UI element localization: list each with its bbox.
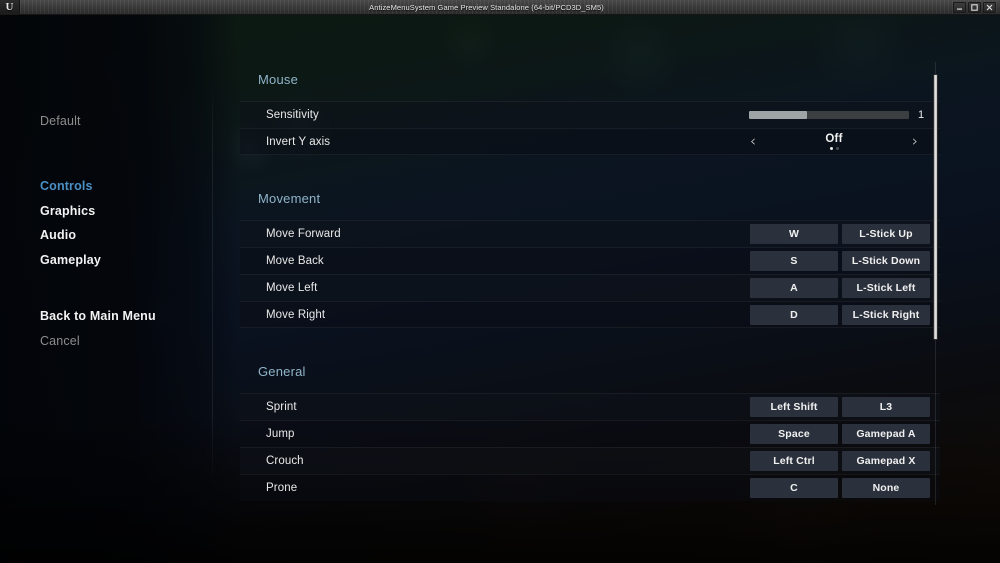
gamepad-binding-button[interactable]: L3: [842, 397, 930, 417]
setting-row-invert-y-axis[interactable]: Invert Y axis ‹ Off ›: [240, 128, 940, 155]
binding-control-move-forward: W L-Stick Up: [750, 224, 940, 244]
gamepad-binding-button[interactable]: L-Stick Right: [842, 304, 930, 325]
keyboard-binding-button[interactable]: W: [750, 224, 838, 244]
setting-label-sensitivity: Sensitivity: [266, 109, 319, 121]
sidebar-item-cancel[interactable]: Cancel: [40, 334, 80, 348]
window-controls: [953, 1, 1000, 13]
sidebar-divider: [212, 85, 213, 485]
gamepad-binding-button[interactable]: None: [842, 478, 930, 498]
settings-scrollbar[interactable]: [933, 62, 938, 505]
settings-content: Mouse Sensitivity 1 Invert Y axis ‹ Off …: [240, 55, 940, 501]
section-rows-general: Sprint Left Shift L3 Jump Space Gamepad …: [240, 393, 940, 501]
gamepad-binding-button[interactable]: L-Stick Up: [842, 224, 930, 244]
setting-row-crouch[interactable]: Crouch Left Ctrl Gamepad X: [240, 447, 940, 474]
title-bar[interactable]: U AntizeMenuSystem Game Preview Standalo…: [0, 0, 1000, 15]
invert-y-axis-value-wrap: Off: [766, 133, 902, 150]
chevron-right-icon[interactable]: ›: [902, 134, 928, 149]
binding-control-move-back: S L-Stick Down: [750, 251, 940, 271]
gamepad-binding-button[interactable]: Gamepad X: [842, 451, 930, 471]
binding-control-sprint: Left Shift L3: [750, 397, 940, 417]
setting-row-sensitivity[interactable]: Sensitivity 1: [240, 101, 940, 128]
section-rows-movement: Move Forward W L-Stick Up Move Back S L-…: [240, 220, 940, 328]
settings-sidebar: Default Controls Graphics Audio Gameplay…: [0, 15, 213, 563]
section-title-general: General: [258, 364, 306, 379]
chevron-left-icon[interactable]: ‹: [740, 134, 766, 149]
sidebar-item-default[interactable]: Default: [40, 114, 81, 128]
minimize-button[interactable]: [953, 1, 966, 13]
binding-control-prone: C None: [750, 478, 940, 498]
setting-row-move-forward[interactable]: Move Forward W L-Stick Up: [240, 220, 940, 247]
setting-label-move-right: Move Right: [266, 308, 326, 321]
setting-label-invert-y-axis: Invert Y axis: [266, 135, 331, 148]
page-dot-1: [829, 147, 833, 150]
setting-label-prone: Prone: [266, 482, 298, 494]
sensitivity-slider-control[interactable]: 1: [749, 109, 940, 121]
sensitivity-value: 1: [918, 109, 925, 121]
close-button[interactable]: [983, 1, 996, 13]
setting-label-move-back: Move Back: [266, 255, 324, 267]
sidebar-item-back-to-main-menu[interactable]: Back to Main Menu: [40, 309, 156, 323]
sidebar-item-audio[interactable]: Audio: [40, 228, 76, 242]
section-title-mouse: Mouse: [258, 72, 299, 87]
setting-label-sprint: Sprint: [266, 401, 297, 413]
binding-control-crouch: Left Ctrl Gamepad X: [750, 451, 940, 471]
setting-label-jump: Jump: [266, 428, 295, 440]
section-title-movement: Movement: [258, 191, 321, 206]
unreal-engine-logo-icon: U: [0, 0, 20, 15]
gamepad-binding-button[interactable]: Gamepad A: [842, 424, 930, 444]
setting-row-prone[interactable]: Prone C None: [240, 474, 940, 501]
sidebar-item-graphics[interactable]: Graphics: [40, 204, 95, 218]
binding-control-move-right: D L-Stick Right: [750, 304, 940, 325]
keyboard-binding-button[interactable]: D: [750, 304, 838, 325]
keyboard-binding-button[interactable]: S: [750, 251, 838, 271]
invert-y-axis-value: Off: [825, 133, 843, 145]
setting-row-sprint[interactable]: Sprint Left Shift L3: [240, 393, 940, 420]
window-title: AntizeMenuSystem Game Preview Standalone…: [369, 2, 604, 12]
section-rows-mouse: Sensitivity 1 Invert Y axis ‹ Off ›: [240, 101, 940, 155]
maximize-icon: [971, 3, 978, 11]
binding-control-jump: Space Gamepad A: [750, 424, 940, 444]
setting-row-move-left[interactable]: Move Left A L-Stick Left: [240, 274, 940, 301]
keyboard-binding-button[interactable]: Space: [750, 424, 838, 444]
keyboard-binding-button[interactable]: Left Shift: [750, 397, 838, 417]
gamepad-binding-button[interactable]: L-Stick Left: [842, 278, 930, 298]
setting-row-jump[interactable]: Jump Space Gamepad A: [240, 420, 940, 447]
gamepad-binding-button[interactable]: L-Stick Down: [842, 251, 930, 271]
binding-control-move-left: A L-Stick Left: [750, 278, 940, 298]
application-window: U AntizeMenuSystem Game Preview Standalo…: [0, 0, 1000, 563]
settings-scroll-area: Mouse Sensitivity 1 Invert Y axis ‹ Off …: [240, 55, 940, 505]
keyboard-binding-button[interactable]: C: [750, 478, 838, 498]
scrollbar-thumb[interactable]: [933, 73, 938, 340]
close-icon: [986, 4, 993, 10]
setting-label-move-forward: Move Forward: [266, 228, 341, 240]
sidebar-item-controls[interactable]: Controls: [40, 179, 93, 193]
sidebar-item-gameplay[interactable]: Gameplay: [40, 253, 101, 267]
page-dot-2: [835, 147, 839, 150]
selector-page-dots: [829, 147, 839, 150]
sensitivity-slider-track[interactable]: [749, 111, 909, 119]
maximize-button[interactable]: [968, 1, 981, 13]
minimize-icon: [957, 8, 962, 10]
sensitivity-slider-fill: [749, 111, 807, 119]
keyboard-binding-button[interactable]: A: [750, 278, 838, 298]
setting-row-move-back[interactable]: Move Back S L-Stick Down: [240, 247, 940, 274]
keyboard-binding-button[interactable]: Left Ctrl: [750, 451, 838, 471]
setting-row-move-right[interactable]: Move Right D L-Stick Right: [240, 301, 940, 328]
invert-y-axis-selector[interactable]: ‹ Off ›: [740, 133, 940, 150]
setting-label-move-left: Move Left: [266, 282, 318, 294]
setting-label-crouch: Crouch: [266, 455, 304, 467]
game-viewport: Default Controls Graphics Audio Gameplay…: [0, 15, 1000, 563]
